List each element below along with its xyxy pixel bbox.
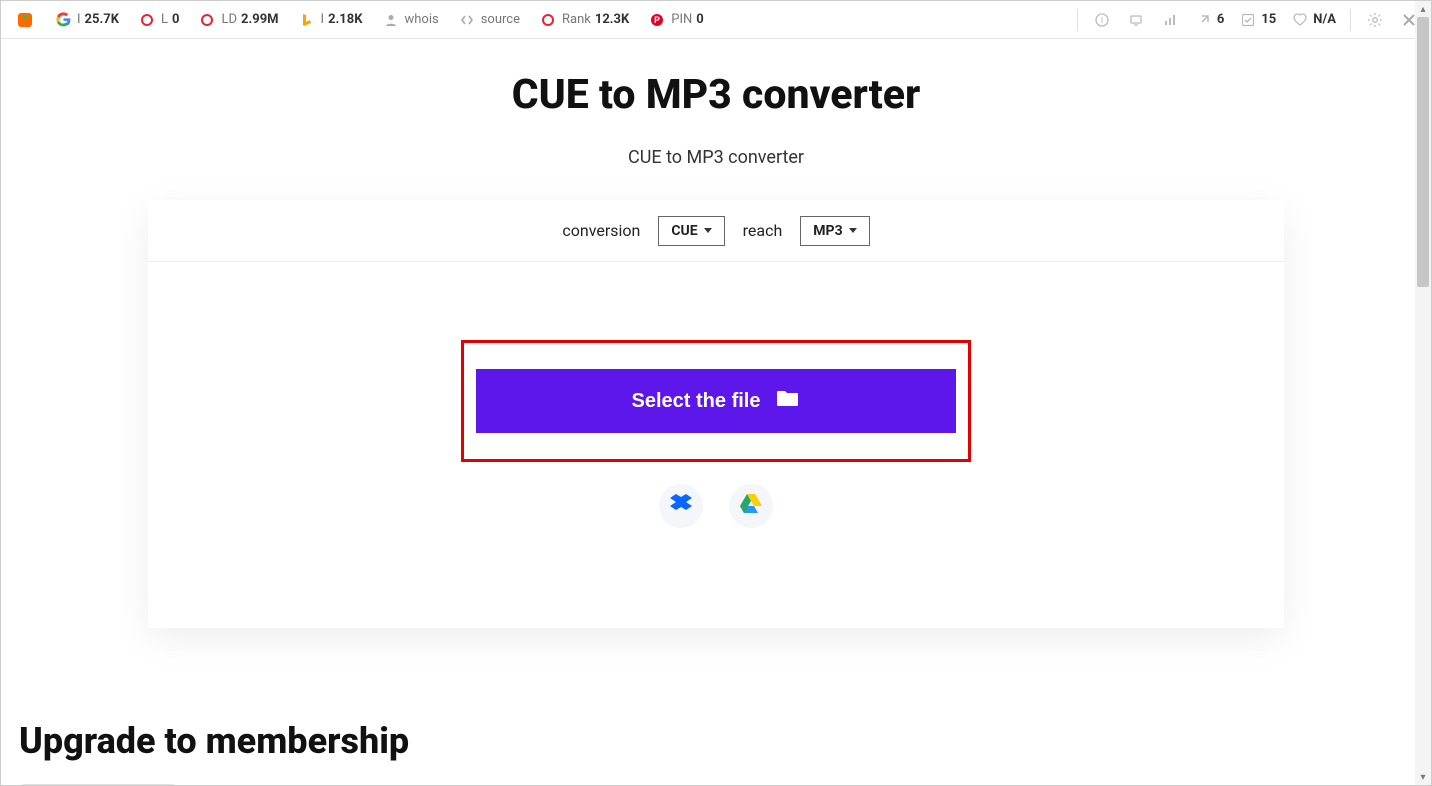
ext-info[interactable]: i <box>1088 10 1116 30</box>
chevron-down-icon <box>704 228 712 233</box>
scroll-up-arrow[interactable]: ▴ <box>1415 1 1431 17</box>
ext-logo[interactable] <box>9 10 41 30</box>
bing-icon <box>297 10 317 30</box>
format-from-value: CUE <box>671 223 697 239</box>
ext-pinterest[interactable]: P PIN 0 <box>641 10 709 30</box>
ext-value: 15 <box>1261 12 1276 27</box>
ring-icon <box>137 10 157 30</box>
label-conversion: conversion <box>562 221 640 240</box>
highlight-annotation: Select the file <box>461 340 971 462</box>
gear-icon <box>1365 10 1385 30</box>
page-subtitle: CUE to MP3 converter <box>1 147 1431 168</box>
format-to-value: MP3 <box>813 223 842 239</box>
scroll-thumb[interactable] <box>1417 17 1429 287</box>
ext-value: N/A <box>1313 12 1336 27</box>
ring-icon <box>197 10 217 30</box>
ext-value: 0 <box>696 12 703 27</box>
bar-chart-icon <box>1160 10 1180 30</box>
panel-body: Select the file <box>148 262 1284 628</box>
page-title: CUE to MP3 converter <box>1 71 1431 119</box>
google-drive-icon <box>740 494 762 518</box>
scroll-down-arrow[interactable]: ▾ <box>1415 769 1431 785</box>
ext-check[interactable]: 15 <box>1234 10 1280 30</box>
checklist-icon <box>1238 10 1258 30</box>
panel-header: conversion CUE reach MP3 <box>148 200 1284 262</box>
ext-label: L <box>161 12 168 27</box>
ext-value: 25.7K <box>85 12 119 27</box>
heart-icon <box>1290 10 1310 30</box>
ext-label: I <box>321 12 325 27</box>
ext-left-group: I 25.7K L 0 LD 2.99M I 2.18K whois sourc… <box>9 10 710 30</box>
format-from-select[interactable]: CUE <box>658 216 724 246</box>
ext-external[interactable]: 6 <box>1190 10 1228 30</box>
select-file-button[interactable]: Select the file <box>476 369 956 433</box>
svg-text:P: P <box>654 16 660 26</box>
select-file-label: Select the file <box>632 390 761 413</box>
ext-separator <box>1350 9 1351 31</box>
dropbox-icon <box>670 494 692 518</box>
plan-tab-annual[interactable]: Annual Membership <box>19 784 178 785</box>
ext-label: Rank <box>562 12 591 27</box>
converter-panel: conversion CUE reach MP3 Select the file <box>148 200 1284 628</box>
ext-linkdomain[interactable]: LD 2.99M <box>191 10 284 30</box>
ext-value: 12.3K <box>595 12 629 27</box>
ring-icon <box>538 10 558 30</box>
ext-label: whois <box>405 12 439 27</box>
ext-label: I <box>77 12 81 27</box>
google-icon <box>53 10 73 30</box>
folder-icon <box>776 388 800 414</box>
page-body: CUE to MP3 converter CUE to MP3 converte… <box>1 39 1431 785</box>
ext-label: LD <box>221 12 237 27</box>
ext-value: 2.99M <box>241 12 279 27</box>
ext-value: 2.18K <box>328 12 362 27</box>
dropbox-button[interactable] <box>659 484 703 528</box>
ext-bing-index[interactable]: I 2.18K <box>291 10 369 30</box>
external-link-icon <box>1194 10 1214 30</box>
ext-label: PIN <box>671 12 692 27</box>
ext-separator <box>1077 9 1078 31</box>
code-icon <box>457 10 477 30</box>
cloud-source-row <box>659 484 773 528</box>
ext-links[interactable]: L 0 <box>131 10 185 30</box>
ext-right-group: i 6 15 N/A <box>1073 9 1423 31</box>
pinterest-icon: P <box>647 10 667 30</box>
monitor-icon <box>1126 10 1146 30</box>
svg-text:i: i <box>1101 16 1103 26</box>
info-icon: i <box>1092 10 1112 30</box>
ext-source[interactable]: source <box>451 10 526 30</box>
person-icon <box>381 10 401 30</box>
google-drive-button[interactable] <box>729 484 773 528</box>
ext-bars[interactable] <box>1156 10 1184 30</box>
upgrade-heading: Upgrade to membership <box>19 720 1413 762</box>
label-reach: reach <box>743 221 783 240</box>
chevron-down-icon <box>849 228 857 233</box>
ext-value: 0 <box>172 12 179 27</box>
ext-rank[interactable]: Rank 12.3K <box>532 10 635 30</box>
ext-value: 6 <box>1217 12 1224 27</box>
ext-whois[interactable]: whois <box>375 10 445 30</box>
vertical-scrollbar[interactable]: ▴ ▾ <box>1415 1 1431 785</box>
format-to-select[interactable]: MP3 <box>800 216 869 246</box>
upgrade-section: Upgrade to membership Annual Membership <box>1 720 1431 785</box>
ext-settings[interactable] <box>1361 10 1389 30</box>
sq-logo-icon <box>15 10 35 30</box>
ext-label: source <box>481 12 520 27</box>
extension-toolbar: I 25.7K L 0 LD 2.99M I 2.18K whois sourc… <box>1 1 1431 39</box>
ext-google-index[interactable]: I 25.7K <box>47 10 125 30</box>
ext-heart[interactable]: N/A <box>1286 10 1340 30</box>
ext-monitor[interactable] <box>1122 10 1150 30</box>
